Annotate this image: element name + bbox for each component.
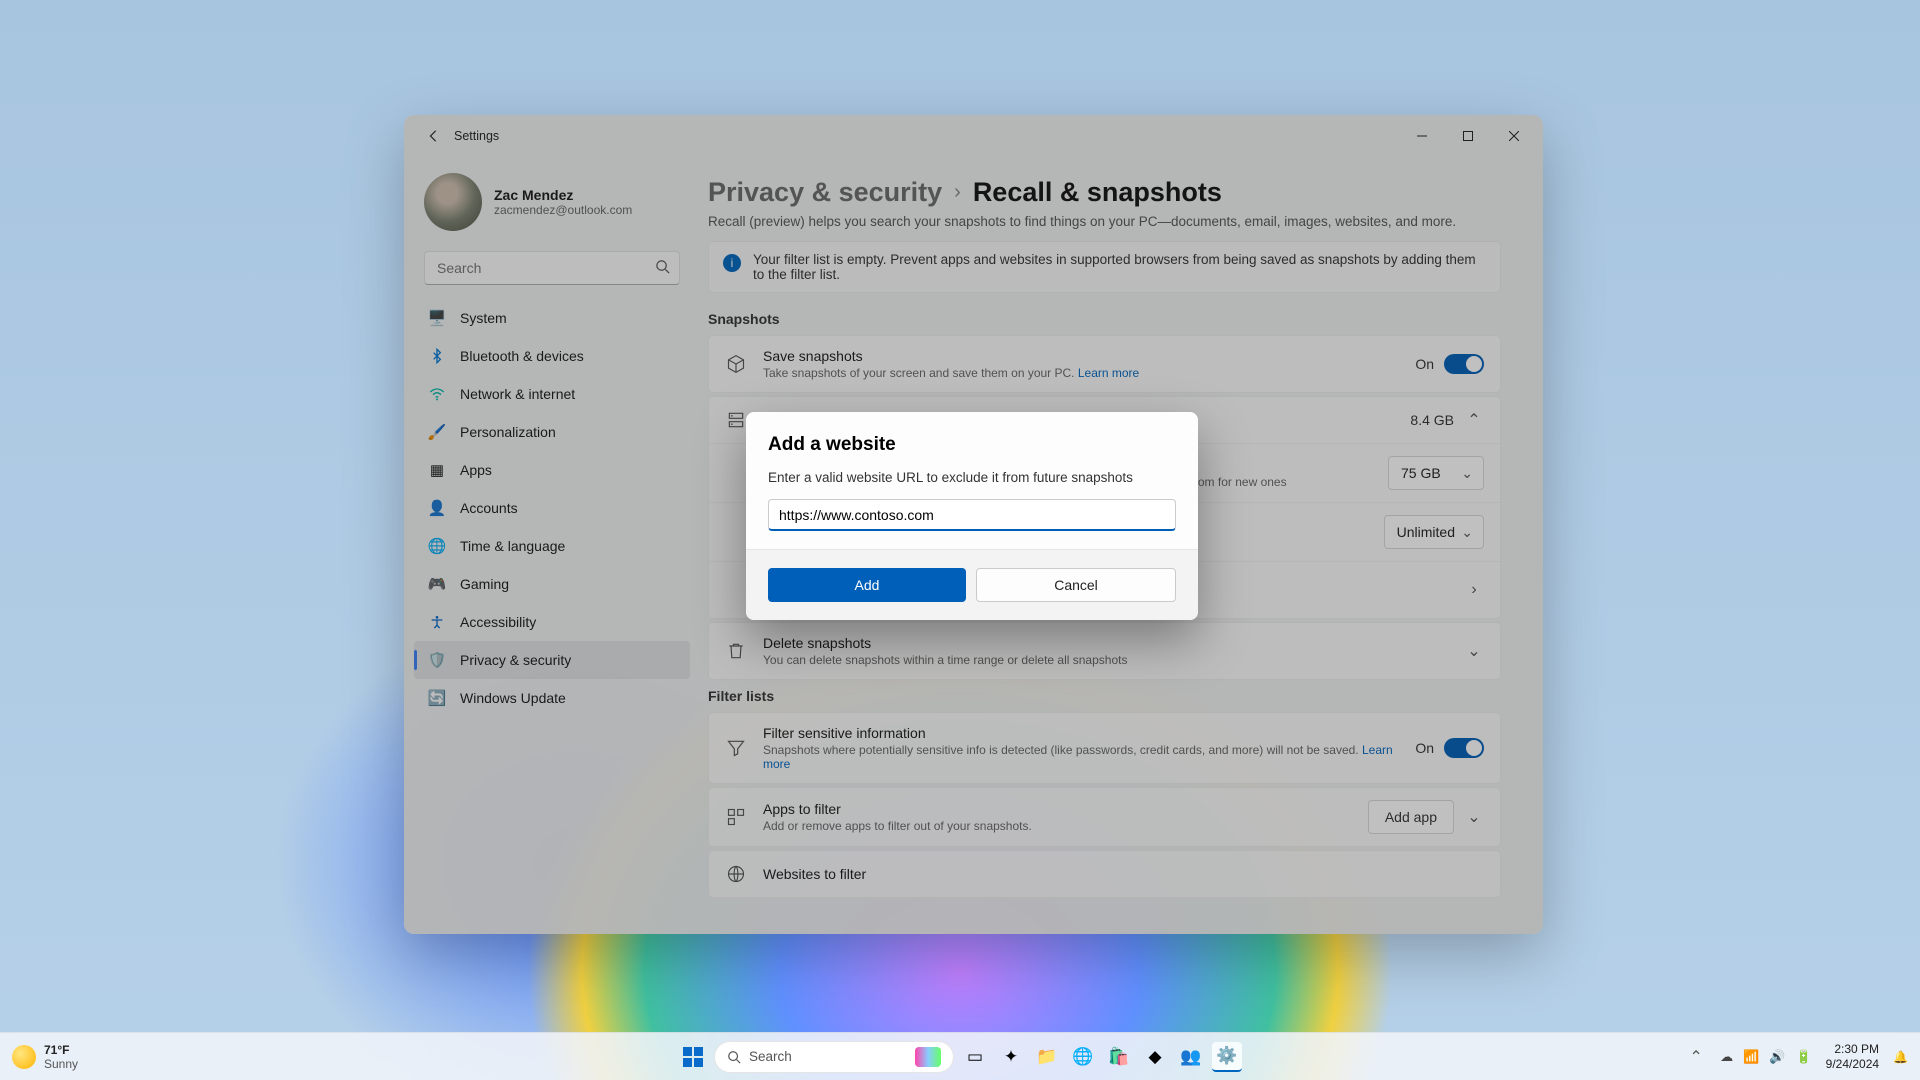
taskbar: 71°F Sunny Search ▭ ✦ 📁 🌐 🛍️ ◆ 👥 ⚙️ ⌃ ☁ … [0, 1032, 1920, 1080]
volume-icon[interactable]: 🔊 [1769, 1049, 1785, 1065]
teams-icon[interactable]: 👥 [1176, 1042, 1206, 1072]
sun-icon [12, 1045, 36, 1069]
weather-cond: Sunny [44, 1057, 78, 1071]
add-button[interactable]: Add [768, 568, 966, 602]
website-url-input[interactable] [768, 499, 1176, 531]
app-icon[interactable]: ◆ [1140, 1042, 1170, 1072]
search-icon [727, 1050, 741, 1064]
clock[interactable]: 2:30 PM 9/24/2024 [1826, 1042, 1879, 1071]
explorer-icon[interactable]: 📁 [1032, 1042, 1062, 1072]
onedrive-icon[interactable]: ☁ [1720, 1049, 1733, 1065]
wifi-icon[interactable]: 📶 [1743, 1049, 1759, 1065]
dialog-title: Add a website [768, 434, 1176, 456]
edge-icon[interactable]: 🌐 [1068, 1042, 1098, 1072]
search-art-icon [915, 1047, 941, 1067]
weather-widget[interactable]: 71°F Sunny [12, 1043, 78, 1071]
time: 2:30 PM [1826, 1042, 1879, 1056]
dialog-description: Enter a valid website URL to exclude it … [768, 470, 1176, 485]
add-website-dialog: Add a website Enter a valid website URL … [746, 412, 1198, 620]
start-button[interactable] [678, 1042, 708, 1072]
notifications-icon[interactable]: 🔔 [1893, 1050, 1908, 1064]
cancel-button[interactable]: Cancel [976, 568, 1176, 602]
taskbar-search-placeholder: Search [749, 1049, 792, 1064]
settings-taskbar-icon[interactable]: ⚙️ [1212, 1042, 1242, 1072]
weather-temp: 71°F [44, 1043, 78, 1057]
taskbar-search[interactable]: Search [714, 1041, 954, 1073]
tray-overflow-icon[interactable]: ⌃ [1686, 1047, 1706, 1067]
task-view-icon[interactable]: ▭ [960, 1042, 990, 1072]
system-tray[interactable]: ☁ 📶 🔊 🔋 [1720, 1049, 1812, 1065]
battery-icon[interactable]: 🔋 [1795, 1049, 1811, 1065]
copilot-icon[interactable]: ✦ [996, 1042, 1026, 1072]
date: 9/24/2024 [1826, 1057, 1879, 1071]
store-icon[interactable]: 🛍️ [1104, 1042, 1134, 1072]
